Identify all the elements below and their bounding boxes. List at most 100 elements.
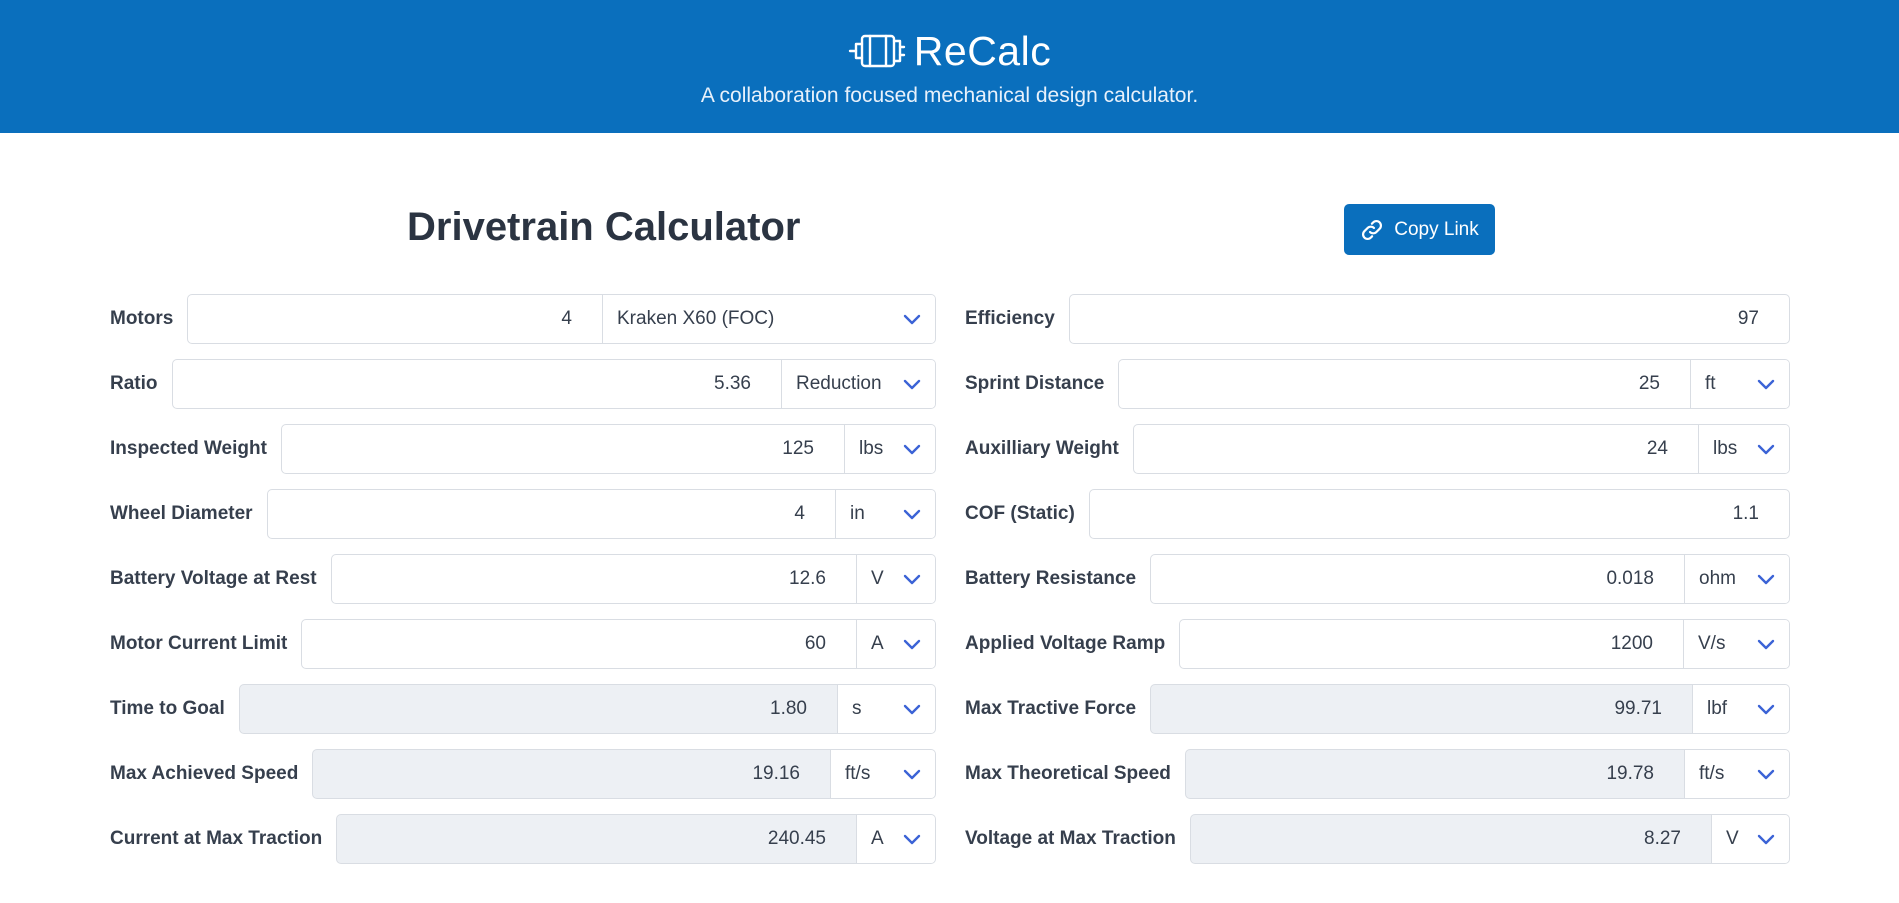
row-inspected-weight: Inspected Weight 125 lbs (110, 424, 936, 474)
brand-name: ReCalc (913, 27, 1052, 74)
max-achieved-speed-output: 19.16 (752, 763, 800, 784)
battery-voltage-input[interactable]: 12.6 (332, 555, 856, 603)
time-to-goal-control: 1.80 s (238, 684, 936, 734)
row-max-tractive-force: Max Tractive Force 99.71 lbf (965, 684, 1790, 734)
field-label: Wheel Diameter (110, 503, 253, 524)
ramp-unit-select[interactable]: V/s (1683, 620, 1789, 668)
current-unit-select[interactable]: A (856, 620, 935, 668)
chevron-down-icon (903, 769, 921, 780)
ratio-input[interactable]: 5.36 (173, 360, 782, 408)
weight-unit-select[interactable]: lbs (1698, 425, 1789, 473)
efficiency-input[interactable]: 97 (1070, 295, 1789, 343)
row-sprint-distance: Sprint Distance 25 ft (965, 359, 1790, 409)
ratio-type-select[interactable]: Reduction (781, 360, 935, 408)
chevron-down-icon (903, 314, 921, 325)
field-label: Current at Max Traction (110, 828, 323, 849)
field-label: Inspected Weight (110, 438, 267, 459)
current-at-max-traction-output: 240.45 (767, 828, 826, 849)
time-to-goal-output: 1.80 (770, 698, 807, 719)
wheel-diameter-control: 4 in (266, 489, 936, 539)
row-efficiency: Efficiency 97 (965, 294, 1790, 344)
resistance-unit-select[interactable]: ohm (1684, 555, 1789, 603)
link-icon (1362, 219, 1383, 240)
max-tractive-force-output: 99.71 (1614, 698, 1662, 719)
field-label: Max Theoretical Speed (965, 763, 1171, 784)
row-auxiliary-weight: Auxilliary Weight 24 lbs (965, 424, 1790, 474)
field-label: COF (Static) (965, 503, 1075, 524)
current-unit-select[interactable]: A (856, 815, 935, 863)
chevron-down-icon (1757, 379, 1775, 390)
row-motor-current-limit: Motor Current Limit 60 A (110, 619, 936, 669)
select-value: Kraken X60 (FOC) (617, 308, 775, 329)
field-label: Max Achieved Speed (110, 763, 299, 784)
inspected-weight-input[interactable]: 125 (282, 425, 844, 473)
applied-voltage-ramp-input[interactable]: 1200 (1180, 620, 1683, 668)
cof-static-control: 1.1 (1088, 489, 1790, 539)
chevron-down-icon (903, 834, 921, 845)
chevron-down-icon (903, 704, 921, 715)
chevron-down-icon (903, 574, 921, 585)
battery-resistance-input[interactable]: 0.018 (1151, 555, 1684, 603)
motor-current-limit-control: 60 A (301, 619, 936, 669)
chevron-down-icon (1757, 639, 1775, 650)
motors-count-input[interactable]: 4 (188, 295, 602, 343)
motor-type-select[interactable]: Kraken X60 (FOC) (602, 295, 935, 343)
max-theoretical-speed-output: 19.78 (1606, 763, 1654, 784)
select-value: lbf (1707, 698, 1728, 719)
field-label: Time to Goal (110, 698, 225, 719)
ratio-control: 5.36 Reduction (171, 359, 936, 409)
field-label: Battery Resistance (965, 568, 1137, 589)
chevron-down-icon (1757, 444, 1775, 455)
select-value: Reduction (796, 373, 882, 394)
force-unit-select[interactable]: lbf (1692, 685, 1789, 733)
sprint-distance-input[interactable]: 25 (1119, 360, 1690, 408)
distance-unit-select[interactable]: ft (1690, 360, 1789, 408)
select-value: A (871, 828, 884, 849)
current-at-max-traction-control: 240.45 A (336, 814, 936, 864)
copy-link-button[interactable]: Copy Link (1344, 204, 1495, 255)
voltage-at-max-traction-output: 8.27 (1644, 828, 1681, 849)
select-value: V (871, 568, 884, 589)
diameter-unit-select[interactable]: in (835, 490, 935, 538)
select-value: ft (1705, 373, 1716, 394)
voltage-unit-select[interactable]: V (856, 555, 935, 603)
speed-unit-select[interactable]: ft/s (830, 750, 935, 798)
select-value: lbs (1713, 438, 1738, 459)
auxiliary-weight-input[interactable]: 24 (1134, 425, 1698, 473)
chevron-down-icon (1757, 834, 1775, 845)
field-label: Max Tractive Force (965, 698, 1137, 719)
app-header: ReCalc A collaboration focused mechanica… (0, 0, 1899, 133)
row-battery-voltage: Battery Voltage at Rest 12.6 V (110, 554, 936, 604)
inspected-weight-control: 125 lbs (280, 424, 936, 474)
field-label: Voltage at Max Traction (965, 828, 1176, 849)
chevron-down-icon (903, 379, 921, 390)
chevron-down-icon (1757, 769, 1775, 780)
field-label: Motor Current Limit (110, 633, 288, 654)
select-value: s (852, 698, 862, 719)
weight-unit-select[interactable]: lbs (844, 425, 935, 473)
row-voltage-at-max-traction: Voltage at Max Traction 8.27 V (965, 814, 1790, 864)
brand[interactable]: ReCalc (0, 27, 1899, 75)
voltage-unit-select[interactable]: V (1711, 815, 1789, 863)
sprint-distance-control: 25 ft (1118, 359, 1790, 409)
cof-static-input[interactable]: 1.1 (1090, 490, 1789, 538)
speed-unit-select[interactable]: ft/s (1684, 750, 1789, 798)
row-wheel-diameter: Wheel Diameter 4 in (110, 489, 936, 539)
max-theoretical-speed-control: 19.78 ft/s (1184, 749, 1790, 799)
wheel-diameter-input[interactable]: 4 (268, 490, 835, 538)
page-title: Drivetrain Calculator (407, 205, 801, 249)
motor-logo-icon (848, 34, 905, 68)
select-value: ohm (1699, 568, 1736, 589)
field-label: Ratio (110, 373, 158, 394)
time-unit-select[interactable]: s (837, 685, 935, 733)
chevron-down-icon (903, 639, 921, 650)
motor-current-limit-input[interactable]: 60 (302, 620, 856, 668)
chevron-down-icon (903, 444, 921, 455)
select-value: A (871, 633, 884, 654)
row-motors: Motors 4 Kraken X60 (FOC) (110, 294, 936, 344)
row-time-to-goal: Time to Goal 1.80 s (110, 684, 936, 734)
chevron-down-icon (1757, 704, 1775, 715)
battery-voltage-control: 12.6 V (330, 554, 936, 604)
efficiency-control: 97 (1068, 294, 1790, 344)
select-value: lbs (859, 438, 884, 459)
